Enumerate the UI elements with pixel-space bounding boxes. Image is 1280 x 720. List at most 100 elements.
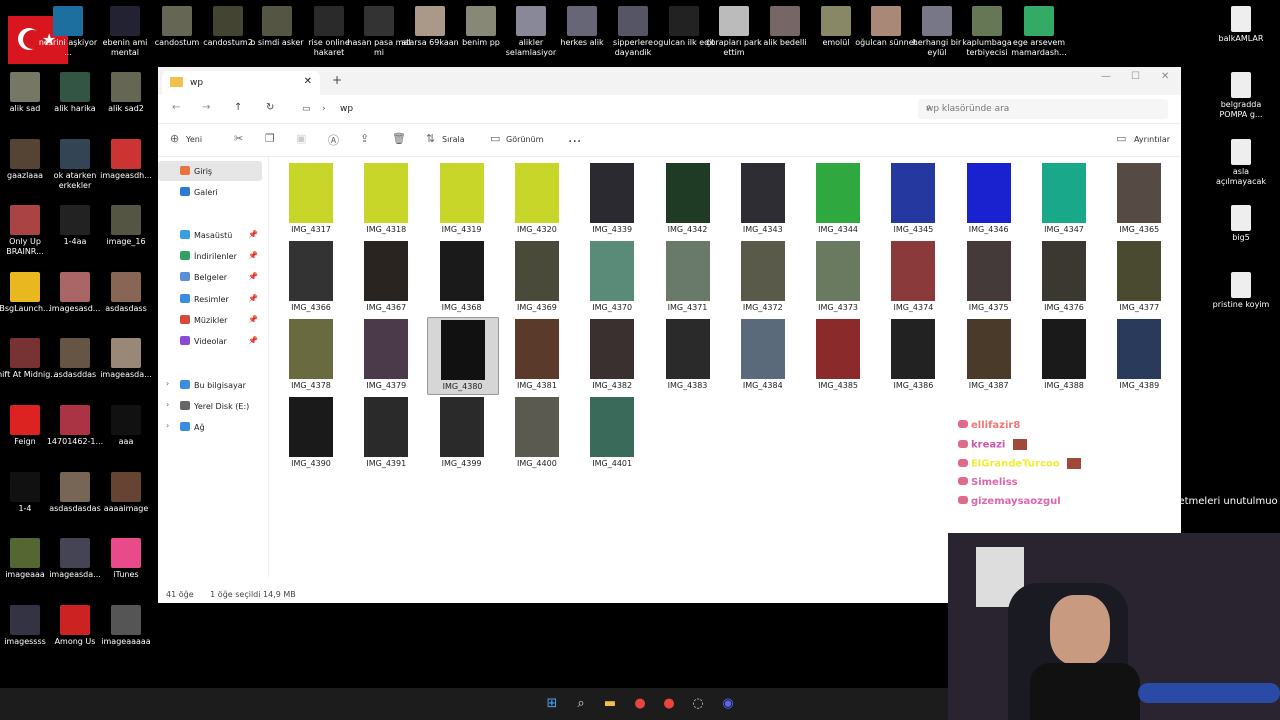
file-item[interactable]: IMG_4345 xyxy=(878,161,948,237)
view-button[interactable]: Görünüm xyxy=(506,135,543,144)
tab-wp[interactable]: wp ✕ xyxy=(162,71,320,95)
desktop-icon[interactable]: imageasdh... xyxy=(93,139,159,181)
file-item[interactable]: IMG_4377 xyxy=(1104,239,1174,315)
desktop-icon[interactable]: ege arsevem mamardash... xyxy=(1006,6,1072,58)
rename-icon[interactable]: Ⓐ xyxy=(328,132,339,148)
file-item[interactable]: IMG_4373 xyxy=(803,239,873,315)
sidebar-item[interactable]: › Ağ xyxy=(158,417,262,437)
close-tab-icon[interactable]: ✕ xyxy=(304,76,312,87)
file-item[interactable]: IMG_4384 xyxy=(728,317,798,393)
sidebar-item[interactable]: Masaüstü 📌 xyxy=(158,225,262,245)
file-item[interactable]: IMG_4365 xyxy=(1104,161,1174,237)
file-item[interactable]: IMG_4386 xyxy=(878,317,948,393)
cut-icon[interactable]: ✂ xyxy=(234,132,243,145)
sidebar-item[interactable]: İndirilenler 📌 xyxy=(158,246,262,266)
more-options-button[interactable]: ... xyxy=(568,130,581,146)
new-tab-button[interactable]: + xyxy=(332,73,342,87)
file-item[interactable]: IMG_4380 xyxy=(426,317,499,395)
desktop-icon[interactable]: balkAMLAR xyxy=(1208,6,1274,44)
file-item[interactable]: IMG_4343 xyxy=(728,161,798,237)
app-icon[interactable]: ◌ xyxy=(690,696,706,712)
forward-icon[interactable]: → xyxy=(202,102,210,113)
file-item[interactable]: IMG_4318 xyxy=(351,161,421,237)
file-item[interactable]: IMG_4369 xyxy=(502,239,572,315)
file-item[interactable]: IMG_4388 xyxy=(1029,317,1099,393)
sidebar-item[interactable]: › Bu bilgisayar xyxy=(158,375,262,395)
chrome-alt-icon[interactable]: ● xyxy=(661,696,677,712)
file-item[interactable]: IMG_4317 xyxy=(276,161,346,237)
file-item[interactable]: IMG_4347 xyxy=(1029,161,1099,237)
file-item[interactable]: IMG_4387 xyxy=(954,317,1024,393)
file-item[interactable]: IMG_4342 xyxy=(653,161,723,237)
file-item[interactable]: IMG_4379 xyxy=(351,317,421,393)
file-item[interactable]: IMG_4375 xyxy=(954,239,1024,315)
desktop-icon[interactable]: asdasdass xyxy=(93,272,159,314)
file-item[interactable]: IMG_4399 xyxy=(427,395,497,471)
file-item[interactable]: IMG_4370 xyxy=(577,239,647,315)
sidebar-item[interactable]: Videolar 📌 xyxy=(158,331,262,351)
desktop-icon[interactable]: belgradda POMPA g... xyxy=(1208,72,1274,120)
desktop-icon[interactable]: aaaaimage xyxy=(93,472,159,514)
file-item[interactable]: IMG_4368 xyxy=(427,239,497,315)
copy-icon[interactable]: ❐ xyxy=(265,132,275,145)
desktop-icon[interactable]: big5 xyxy=(1208,205,1274,243)
sidebar-item[interactable]: Belgeler 📌 xyxy=(158,267,262,287)
search-box[interactable]: wp klasöründe ara ⌕ xyxy=(918,99,1168,119)
maximize-button[interactable]: ☐ xyxy=(1131,71,1140,82)
file-item[interactable]: IMG_4381 xyxy=(502,317,572,393)
sidebar-item[interactable]: Resimler 📌 xyxy=(158,289,262,309)
breadcrumb[interactable]: wp xyxy=(340,104,353,114)
chevron-right-icon[interactable]: › xyxy=(166,400,169,409)
file-item[interactable]: IMG_4371 xyxy=(653,239,723,315)
file-item[interactable]: IMG_4319 xyxy=(427,161,497,237)
desktop-icon[interactable]: aaa xyxy=(93,405,159,447)
desktop-icon[interactable]: pristine koyim xyxy=(1208,272,1274,310)
file-item[interactable]: IMG_4346 xyxy=(954,161,1024,237)
desktop-icon[interactable]: image_16 xyxy=(93,205,159,247)
sort-button[interactable]: Sırala xyxy=(442,135,465,144)
file-item[interactable]: IMG_4383 xyxy=(653,317,723,393)
file-item[interactable]: IMG_4372 xyxy=(728,239,798,315)
discord-icon[interactable]: ◉ xyxy=(720,696,736,712)
windows-icon[interactable]: ⊞ xyxy=(544,696,560,712)
address-bar[interactable]: ▭ › wp xyxy=(298,99,908,119)
file-item[interactable]: IMG_4390 xyxy=(276,395,346,471)
file-item[interactable]: IMG_4391 xyxy=(351,395,421,471)
file-item[interactable]: IMG_4376 xyxy=(1029,239,1099,315)
chevron-right-icon[interactable]: › xyxy=(166,379,169,388)
paste-icon[interactable]: ▣ xyxy=(296,132,306,145)
sidebar-item[interactable]: Giriş xyxy=(158,161,262,181)
desktop-icon[interactable]: imageaaaaa xyxy=(93,605,159,647)
file-item[interactable]: IMG_4385 xyxy=(803,317,873,393)
back-icon[interactable]: ← xyxy=(172,102,180,113)
file-item[interactable]: IMG_4367 xyxy=(351,239,421,315)
minimize-button[interactable]: — xyxy=(1101,71,1111,82)
sidebar-item[interactable]: Galeri xyxy=(158,182,262,202)
chevron-right-icon[interactable]: › xyxy=(166,421,169,430)
file-item[interactable]: IMG_4401 xyxy=(577,395,647,471)
file-item[interactable]: IMG_4378 xyxy=(276,317,346,393)
folder-icon[interactable]: ▬ xyxy=(602,696,618,712)
desktop-icon[interactable]: iTunes xyxy=(93,538,159,580)
file-item[interactable]: IMG_4382 xyxy=(577,317,647,393)
file-item[interactable]: IMG_4374 xyxy=(878,239,948,315)
up-icon[interactable]: ↑ xyxy=(234,102,242,113)
file-item[interactable]: IMG_4366 xyxy=(276,239,346,315)
desktop-icon[interactable]: asla açılmayacak xyxy=(1208,139,1274,187)
sidebar-item[interactable]: Müzikler 📌 xyxy=(158,310,262,330)
close-window-button[interactable]: ✕ xyxy=(1161,71,1169,82)
details-button[interactable]: Ayrıntılar xyxy=(1134,135,1170,144)
file-item[interactable]: IMG_4320 xyxy=(502,161,572,237)
desktop-icon[interactable]: imageasda... xyxy=(93,338,159,380)
file-item[interactable]: IMG_4339 xyxy=(577,161,647,237)
delete-icon[interactable]: 🗑 xyxy=(392,132,406,145)
search-icon[interactable]: ⌕ xyxy=(573,696,589,712)
refresh-icon[interactable]: ↻ xyxy=(266,102,274,113)
file-item[interactable]: IMG_4400 xyxy=(502,395,572,471)
chrome-icon[interactable]: ● xyxy=(632,696,648,712)
new-button[interactable]: Yeni xyxy=(186,135,202,144)
sidebar-item[interactable]: › Yerel Disk (E:) xyxy=(158,396,262,416)
desktop-icon[interactable]: alik sad2 xyxy=(93,72,159,114)
file-item[interactable]: IMG_4344 xyxy=(803,161,873,237)
file-item[interactable]: IMG_4389 xyxy=(1104,317,1174,393)
